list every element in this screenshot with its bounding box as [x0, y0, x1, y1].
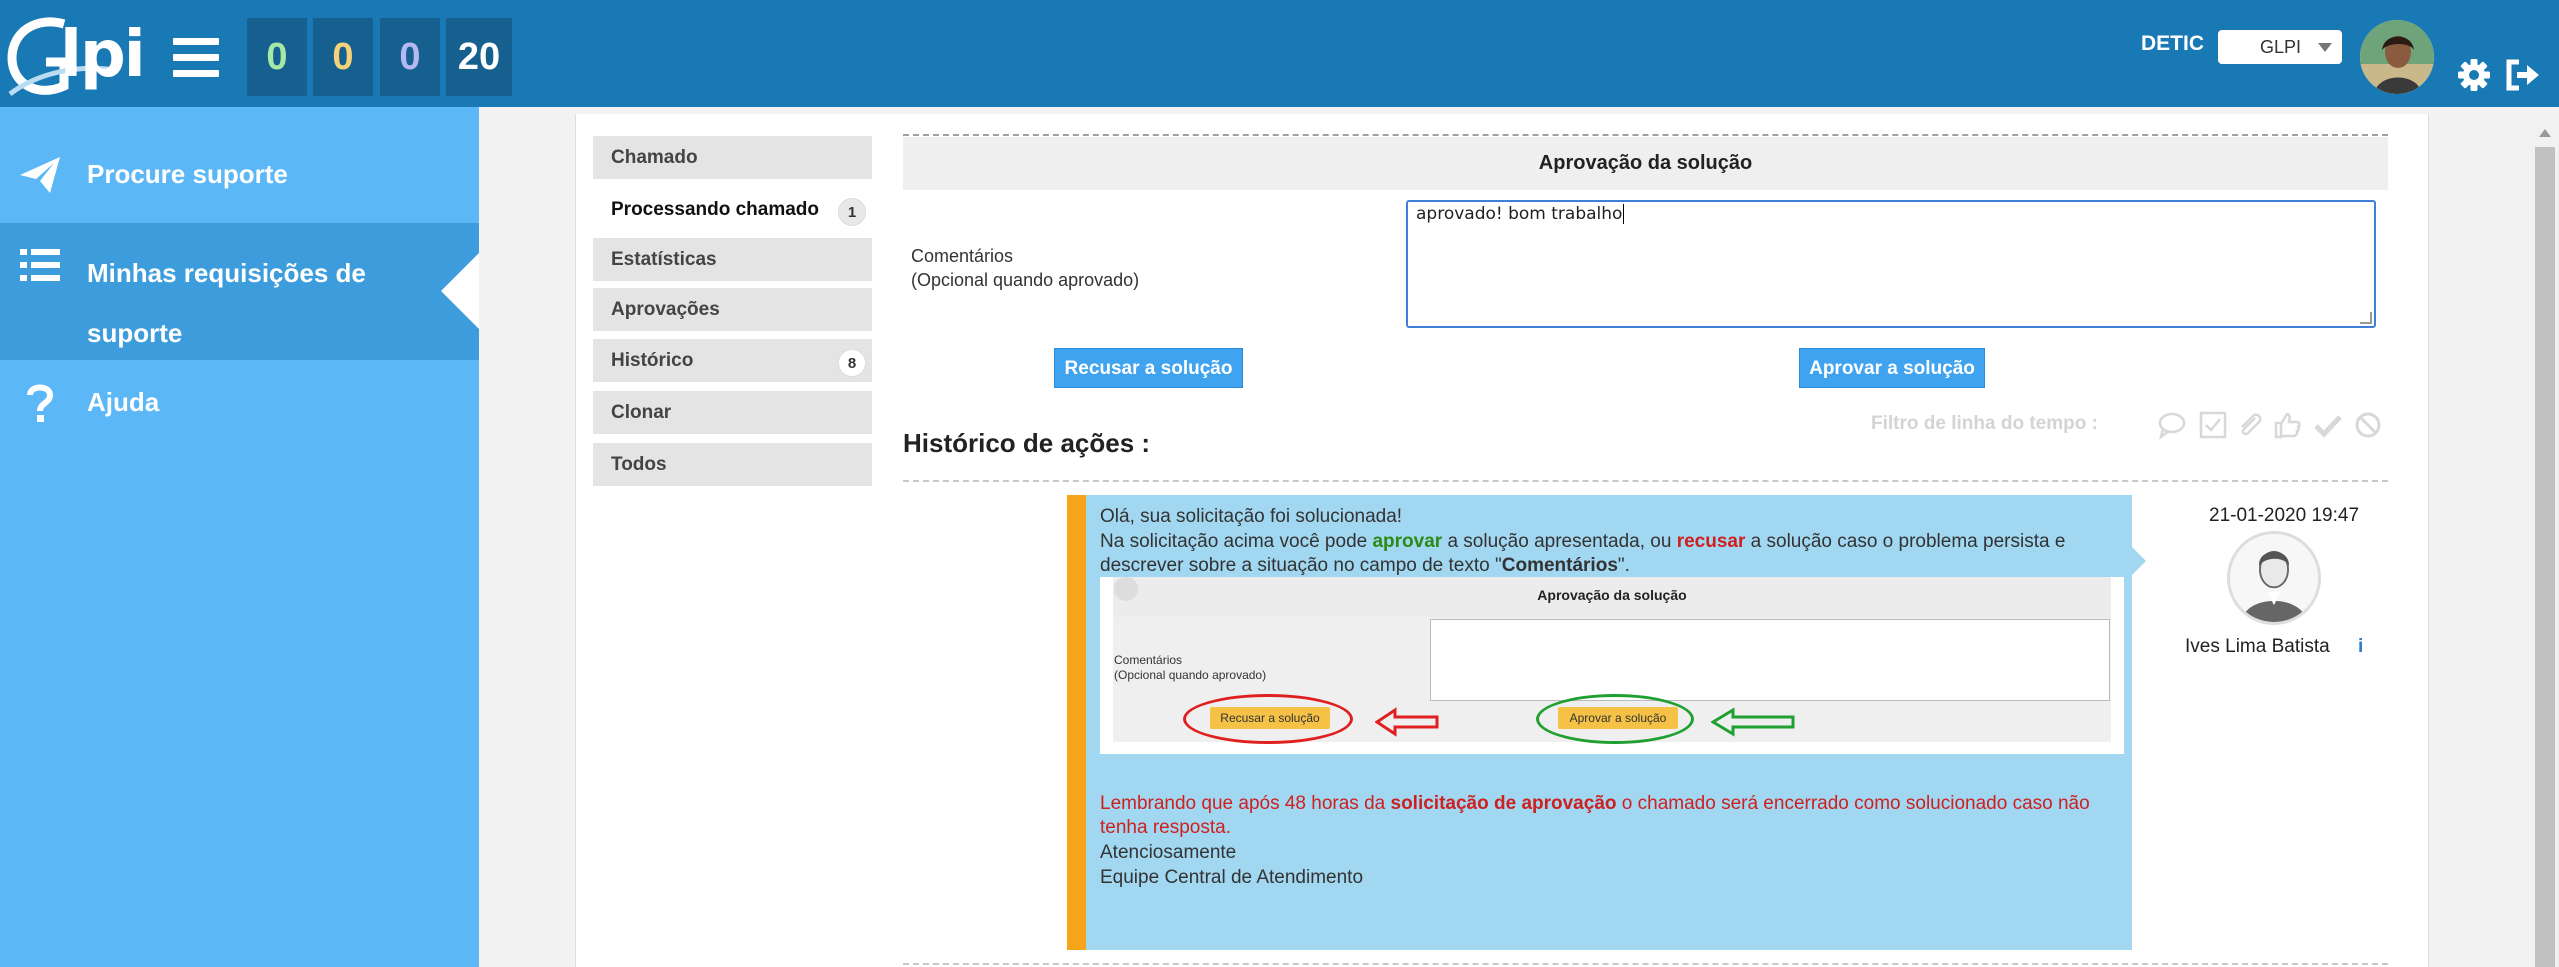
- counter-new[interactable]: 0: [247, 18, 307, 96]
- refuse-solution-button[interactable]: Recusar a solução: [1054, 348, 1243, 388]
- embedded-form: Aprovação da solução Comentários (Opcion…: [1113, 577, 2111, 744]
- text-part: Lembrando que após 48 horas da: [1100, 793, 1391, 814]
- text-cursor: [1623, 204, 1625, 224]
- embedded-label-main: Comentários: [1114, 653, 1183, 667]
- profile-select-value: GLPI: [2260, 37, 2302, 57]
- tab-label: Clonar: [611, 402, 672, 423]
- sidebar-item-label: Procure suporte: [87, 159, 288, 189]
- approval-title: Aprovação da solução: [903, 137, 2388, 190]
- counter-total[interactable]: 20: [446, 18, 512, 96]
- solution-reminder: Lembrando que após 48 horas da solicitaç…: [1100, 792, 2120, 840]
- text-approve-highlight: aprovar: [1372, 531, 1443, 552]
- sidebar-item-procure-suporte[interactable]: Procure suporte: [0, 147, 479, 207]
- divider: [903, 963, 2388, 965]
- tab-badge: 1: [838, 198, 866, 226]
- sidebar-item-label: Ajuda: [87, 387, 160, 417]
- solution-date: 21-01-2020 19:47: [2209, 505, 2360, 526]
- question-icon: [27, 384, 54, 422]
- text-comments-highlight: Comentários: [1501, 555, 1618, 576]
- solution-instructions: Na solicitação acima você pode aprovar a…: [1100, 530, 2120, 578]
- tab-todos[interactable]: Todos: [593, 443, 872, 486]
- embedded-pin-icon: [1114, 577, 1138, 601]
- tab-label: Aprovações: [611, 299, 720, 320]
- tab-label: Todos: [611, 454, 667, 475]
- author-name[interactable]: Ives Lima Batista: [2185, 636, 2330, 658]
- tab-chamado[interactable]: Chamado: [593, 136, 872, 179]
- counter-planned[interactable]: 0: [313, 18, 373, 96]
- sidebar: Procure suporte Minhas requisições de su…: [0, 107, 479, 967]
- solution-stripe: [1067, 495, 1086, 950]
- chevron-down-icon: [2318, 43, 2332, 52]
- tab-clonar[interactable]: Clonar: [593, 391, 872, 434]
- solution-signoff: Atenciosamente: [1100, 842, 1237, 863]
- ban-icon[interactable]: [2353, 410, 2383, 440]
- counter-waiting[interactable]: 0: [380, 18, 440, 96]
- text-refuse-highlight: recusar: [1676, 531, 1746, 552]
- red-highlight-circle: [1183, 694, 1353, 744]
- text-part: Na solicitação acima você pode: [1100, 531, 1373, 552]
- comment-value: aprovado! bom trabalho: [1416, 204, 1623, 224]
- bubble-pointer: [2132, 547, 2146, 575]
- paperclip-icon[interactable]: [2235, 410, 2265, 440]
- sidebar-item-minhas-requisicoes[interactable]: Minhas requisições de suporte: [0, 223, 479, 360]
- menu-toggle-icon[interactable]: [173, 38, 219, 78]
- task-icon[interactable]: [2198, 410, 2228, 440]
- embedded-label: Comentários (Opcional quando aprovado): [1114, 653, 1266, 683]
- logo-text: lpi: [60, 18, 146, 92]
- info-icon[interactable]: i: [2358, 636, 2363, 658]
- comment-label-main: Comentários: [911, 246, 1014, 266]
- paper-plane-icon: [20, 157, 60, 193]
- solution-item: Olá, sua solicitação foi solucionada! Na…: [1067, 495, 2146, 950]
- author-avatar[interactable]: [2227, 531, 2321, 625]
- gear-icon[interactable]: [2457, 58, 2491, 92]
- divider: [903, 134, 2388, 136]
- profile-select[interactable]: GLPI: [2218, 30, 2342, 64]
- embedded-textarea: [1430, 619, 2110, 701]
- tab-label: Estatísticas: [611, 249, 717, 270]
- scroll-thumb[interactable]: [2535, 147, 2555, 967]
- sidebar-item-ajuda[interactable]: Ajuda: [0, 375, 479, 435]
- check-icon[interactable]: [2313, 410, 2343, 440]
- text-part: ".: [1617, 555, 1630, 576]
- green-highlight-circle: [1536, 694, 1694, 744]
- comment-label-hint: (Opcional quando aprovado): [911, 270, 1140, 290]
- active-indicator: [441, 253, 479, 329]
- history-title: Histórico de ações :: [903, 428, 1151, 458]
- entity-label[interactable]: DETIC: [2141, 32, 2204, 56]
- text-part-bold: solicitação de aprovação: [1390, 793, 1617, 814]
- user-avatar[interactable]: [2360, 20, 2434, 94]
- divider: [903, 480, 2388, 482]
- tab-label: Chamado: [611, 147, 698, 168]
- tab-processando-chamado[interactable]: Processando chamado 1: [593, 188, 872, 231]
- tab-historico[interactable]: Histórico 8: [593, 339, 872, 382]
- tab-estatisticas[interactable]: Estatísticas: [593, 238, 872, 281]
- timeline-filter-label: Filtro de linha do tempo :: [1871, 413, 2098, 434]
- resize-handle-icon[interactable]: [2360, 312, 2372, 324]
- top-bar: lpi 0 0 0 20 DETIC GLPI: [0, 0, 2559, 107]
- approve-solution-button[interactable]: Aprovar a solução: [1799, 348, 1985, 388]
- comment-label: Comentários (Opcional quando aprovado): [911, 244, 1139, 292]
- tab-label: Histórico: [611, 350, 694, 371]
- solution-greeting: Olá, sua solicitação foi solucionada!: [1100, 506, 1403, 527]
- embedded-screenshot: Aprovação da solução Comentários (Opcion…: [1100, 577, 2124, 754]
- tab-label: Processando chamado: [611, 199, 820, 220]
- logout-icon[interactable]: [2505, 58, 2543, 92]
- embedded-title: Aprovação da solução: [1113, 577, 2111, 617]
- tab-badge: 8: [838, 349, 866, 377]
- tab-aprovacoes[interactable]: Aprovações: [593, 288, 872, 331]
- red-arrow-icon: [1375, 707, 1439, 737]
- comment-textarea[interactable]: aprovado! bom trabalho: [1406, 200, 2376, 328]
- scroll-up-icon[interactable]: [2539, 129, 2551, 137]
- green-arrow-icon: [1711, 707, 1795, 737]
- text-part: a solução apresentada, ou: [1442, 531, 1677, 552]
- thumbs-up-icon[interactable]: [2272, 410, 2302, 440]
- comment-icon[interactable]: [2157, 410, 2187, 440]
- scrollbar[interactable]: [2531, 107, 2559, 967]
- solution-team: Equipe Central de Atendimento: [1100, 867, 1364, 888]
- sidebar-item-label: Minhas requisições de suporte: [87, 258, 366, 348]
- embedded-label-hint: (Opcional quando aprovado): [1114, 668, 1267, 682]
- list-icon: [20, 249, 60, 281]
